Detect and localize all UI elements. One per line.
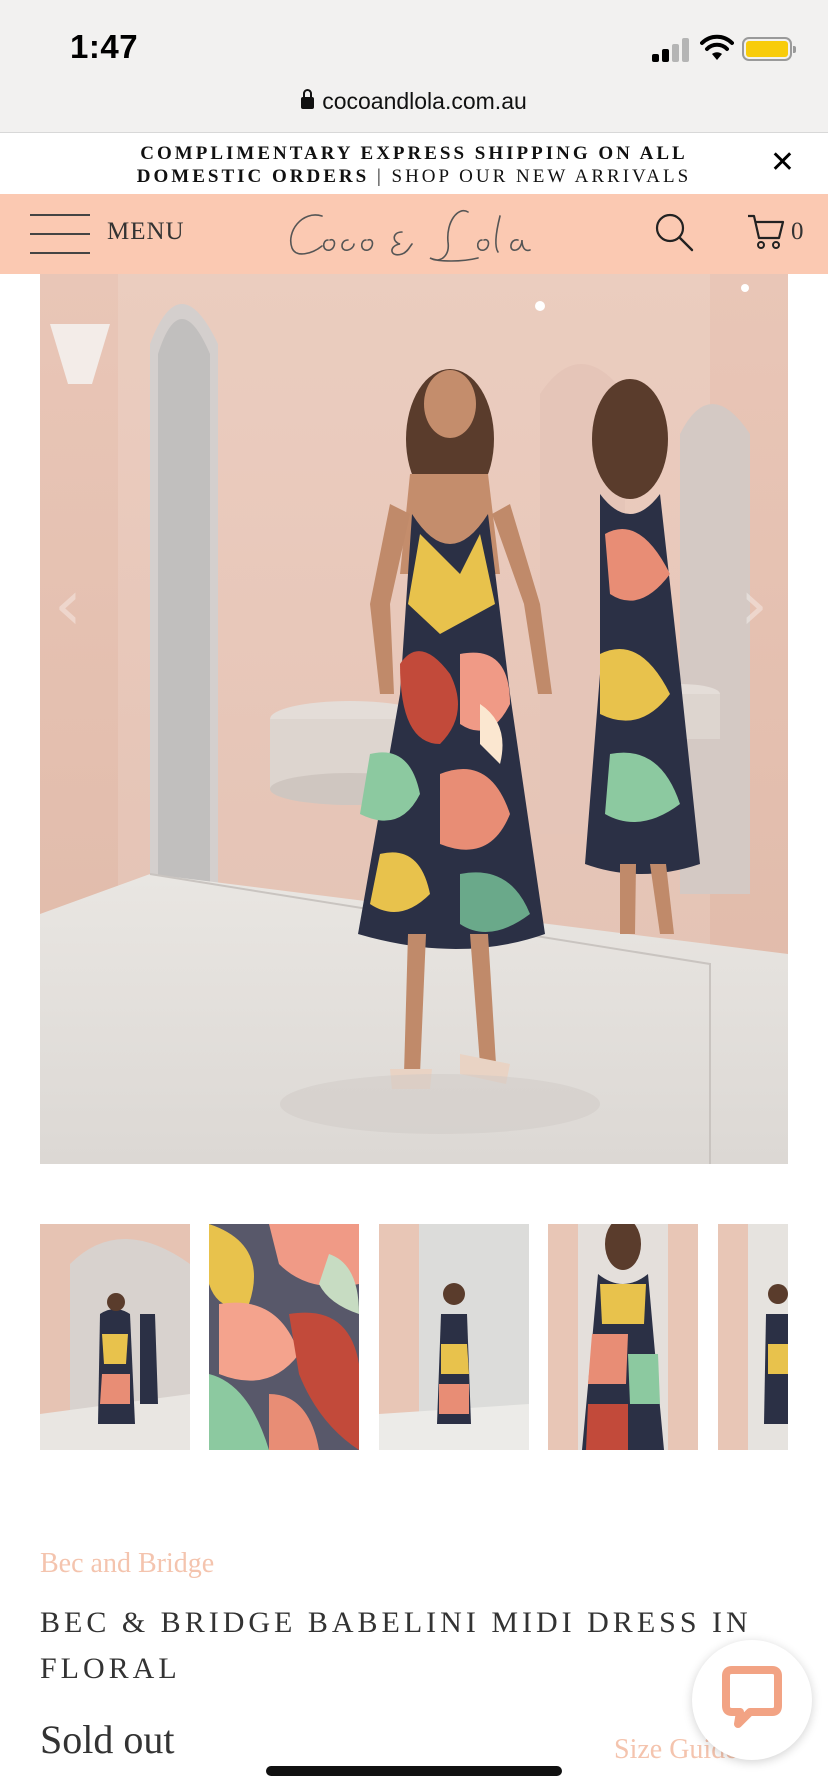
thumbnail-5[interactable] <box>718 1224 788 1450</box>
product-photo <box>40 274 788 1164</box>
stock-status: Sold out <box>40 1717 175 1762</box>
browser-chrome: 1:47 cocoandlola.com.au <box>0 0 828 133</box>
announcement-line1: COMPLIMENTARY EXPRESS SHIPPING ON ALL <box>140 143 688 164</box>
menu-button[interactable]: MENU <box>107 218 185 246</box>
home-indicator <box>266 1766 562 1776</box>
announcement-separator: | <box>369 166 392 187</box>
product-main-image[interactable]: ‹ › <box>40 274 788 1164</box>
product-brand-link[interactable]: Bec and Bridge <box>40 1548 214 1580</box>
cart-count: 0 <box>791 218 804 245</box>
gallery-prev-arrow[interactable]: ‹ <box>54 564 82 646</box>
logo[interactable] <box>282 202 544 268</box>
site-header: MENU 0 <box>0 194 828 274</box>
thumbnail-3[interactable] <box>379 1224 529 1450</box>
wifi-icon <box>700 34 734 60</box>
url-text: cocoandlola.com.au <box>322 88 527 114</box>
thumbnail-strip <box>40 1224 788 1450</box>
status-time: 1:47 <box>70 28 139 65</box>
battery-icon <box>742 37 796 61</box>
chat-icon <box>722 1666 782 1728</box>
url-bar[interactable]: cocoandlola.com.au <box>0 88 828 115</box>
lock-icon <box>301 89 315 109</box>
thumbnail-1[interactable] <box>40 1224 190 1450</box>
close-icon[interactable]: ✕ <box>770 148 798 178</box>
thumbnail-2[interactable] <box>209 1224 359 1450</box>
hamburger-icon[interactable] <box>30 212 90 256</box>
announcement-bar: COMPLIMENTARY EXPRESS SHIPPING ON ALL DO… <box>0 134 828 194</box>
cart-icon[interactable] <box>746 212 786 252</box>
shop-new-arrivals-link[interactable]: SHOP OUR NEW ARRIVALS <box>392 166 692 187</box>
announcement-bold: DOMESTIC ORDERS <box>136 166 370 187</box>
product-title: BEC & BRIDGE BABELINI MIDI DRESS IN FLOR… <box>40 1606 752 1685</box>
cellular-signal-icon <box>652 38 690 62</box>
gallery-next-arrow[interactable]: › <box>740 564 768 646</box>
search-icon[interactable] <box>654 212 694 252</box>
chat-button[interactable] <box>692 1640 812 1760</box>
thumbnail-4[interactable] <box>548 1224 698 1450</box>
